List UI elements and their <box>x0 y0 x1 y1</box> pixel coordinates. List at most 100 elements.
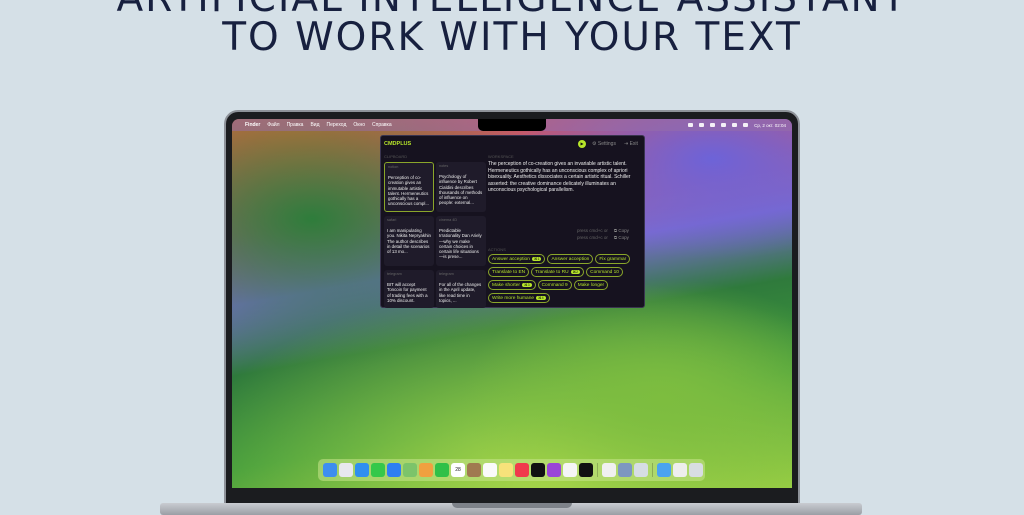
wifi-icon[interactable] <box>721 123 727 127</box>
action-button[interactable]: Fix grammar <box>595 254 631 264</box>
trash-icon[interactable] <box>689 463 703 477</box>
copy-hint: press cmd+c or ⧉ Copy <box>577 235 629 240</box>
actions-label: ACTIONS <box>488 247 506 252</box>
dock-separator <box>597 463 598 477</box>
action-label: Translate to RU <box>535 269 569 275</box>
messages-icon[interactable] <box>371 463 385 477</box>
mail-icon[interactable] <box>387 463 401 477</box>
preview-icon[interactable] <box>618 463 632 477</box>
card-text: Perception of co-creation gives an immut… <box>388 175 429 207</box>
action-button[interactable]: Translate to RU ⌘2 <box>531 267 585 277</box>
shortcut-badge: ⌘3 <box>522 283 532 287</box>
action-label: Answer acception <box>492 256 530 262</box>
tv-icon[interactable] <box>531 463 545 477</box>
card-source: safari <box>387 218 397 222</box>
menu-finder[interactable]: Finder <box>245 122 260 128</box>
action-button[interactable]: Translate to EN <box>488 267 530 277</box>
action-button[interactable]: Make longer <box>573 280 609 290</box>
card-text: Psychology of influence by Robert Cialdi… <box>439 174 483 206</box>
action-button[interactable]: Answer acception <box>547 254 594 264</box>
dock: 28 <box>318 459 705 481</box>
maps-icon[interactable] <box>403 463 417 477</box>
downloads-folder-icon[interactable] <box>657 463 671 477</box>
news-icon[interactable] <box>563 463 577 477</box>
copy-hint: press cmd+c or ⧉ Copy <box>577 228 629 233</box>
action-label: Fix grammar <box>599 256 627 262</box>
clipboard-card[interactable]: cinema 4D Predictable Irrationality Dan A… <box>436 216 486 266</box>
calendar-icon[interactable]: 28 <box>451 463 465 477</box>
notes-icon[interactable] <box>499 463 513 477</box>
action-label: Make shorter <box>492 282 520 288</box>
action-button[interactable]: Answer acception ⌘1 <box>488 254 546 264</box>
workspace-text[interactable]: The perception of co-creation gives an i… <box>488 161 640 194</box>
card-text: For all of the changes in the April upda… <box>439 282 482 303</box>
copy-button[interactable]: ⧉ Copy <box>614 228 629 233</box>
camera-notch <box>478 119 546 131</box>
action-label: Write more humane <box>492 295 535 301</box>
podcasts-icon[interactable] <box>547 463 561 477</box>
reminders-icon[interactable] <box>483 463 497 477</box>
copy-hint-text: press cmd+c or <box>577 235 608 240</box>
action-button[interactable]: Command 9 <box>537 280 572 290</box>
clipboard-card[interactable]: notion Perception of co-creation gives an… <box>384 162 434 212</box>
menu-edit[interactable]: Правка <box>287 122 304 128</box>
clipboard-card[interactable]: notes Psychology of influence by Robert C… <box>436 162 486 212</box>
menu-view[interactable]: Вид <box>310 122 319 128</box>
copy-button[interactable]: ⧉ Copy <box>614 235 629 240</box>
safari-icon[interactable] <box>355 463 369 477</box>
menu-window[interactable]: Окно <box>353 122 365 128</box>
card-source: telegram <box>439 272 454 276</box>
menu-go[interactable]: Переход <box>327 122 347 128</box>
menu-file[interactable]: Файл <box>267 122 279 128</box>
clipboard-card[interactable]: telegram For all of the changes in the Ap… <box>436 270 486 308</box>
facetime-icon[interactable] <box>435 463 449 477</box>
action-button[interactable]: Write more humane ⌘4 <box>488 293 550 303</box>
settings-button[interactable]: ⚙ Settings <box>592 140 616 148</box>
card-source: telegram <box>387 272 402 276</box>
textedit-icon[interactable] <box>602 463 616 477</box>
shortcut-badge: ⌘2 <box>570 270 581 274</box>
clock[interactable]: Ср, 2 окт. 02:04 <box>754 123 786 128</box>
finder-icon[interactable] <box>323 463 337 477</box>
laptop-screen: Finder Файл Правка Вид Переход Окно Спра… <box>232 119 792 488</box>
photos-icon[interactable] <box>419 463 433 477</box>
action-button[interactable]: Command 10 <box>586 267 623 277</box>
clipboard-label: CLIPBOARD <box>384 154 408 159</box>
status-icon[interactable] <box>699 123 705 127</box>
action-label: Make longer <box>577 282 605 288</box>
shortcut-badge: ⌘1 <box>531 257 542 261</box>
card-text: Predictable Irrationality Dan Ariely—why… <box>439 228 482 260</box>
card-source: notion <box>388 165 399 169</box>
activity-icon[interactable] <box>579 463 593 477</box>
clipboard-card[interactable]: telegram BIT will accept Toncoin for paym… <box>384 270 434 308</box>
status-icon[interactable] <box>688 123 694 127</box>
clipboard-card[interactable]: safari I am manipulating you. Nikita Nepr… <box>384 216 434 266</box>
card-text: I am manipulating you. Nikita Nepryakhin… <box>387 228 431 255</box>
play-button[interactable]: ▶ <box>578 140 586 148</box>
card-source: notes <box>439 164 449 168</box>
action-label: Translate to EN <box>492 269 526 275</box>
workspace-label: WORKSPACE <box>488 154 514 159</box>
action-button[interactable]: Make shorter ⌘3 <box>488 280 536 290</box>
action-label: Command 9 <box>541 282 568 288</box>
battery-icon[interactable] <box>710 123 716 127</box>
app-logo: CMDPLUS <box>384 141 412 147</box>
cmdplus-window: CMDPLUS ▶ ⚙ Settings ⇥ Exit CLIPBOARD WO… <box>380 135 645 308</box>
window-icon[interactable] <box>634 463 648 477</box>
laptop-base-notch <box>452 503 572 508</box>
actions-list: Answer acception ⌘1 Answer acception Fix gr… <box>488 254 646 303</box>
search-icon[interactable] <box>732 123 738 127</box>
exit-button[interactable]: ⇥ Exit <box>624 140 638 148</box>
music-icon[interactable] <box>515 463 529 477</box>
menu-help[interactable]: Справка <box>372 122 392 128</box>
document-icon[interactable] <box>673 463 687 477</box>
launchpad-icon[interactable] <box>339 463 353 477</box>
control-center-icon[interactable] <box>743 123 749 127</box>
card-source: cinema 4D <box>439 218 458 222</box>
card-text: BIT will accept Toncoin for payment of t… <box>387 282 428 303</box>
headline-line-2: TO WORK WITH YOUR TEXT <box>222 15 802 60</box>
shortcut-badge: ⌘4 <box>536 296 546 300</box>
contacts-icon[interactable] <box>467 463 481 477</box>
dock-separator <box>652 463 653 477</box>
action-label: Answer acception <box>551 256 590 262</box>
